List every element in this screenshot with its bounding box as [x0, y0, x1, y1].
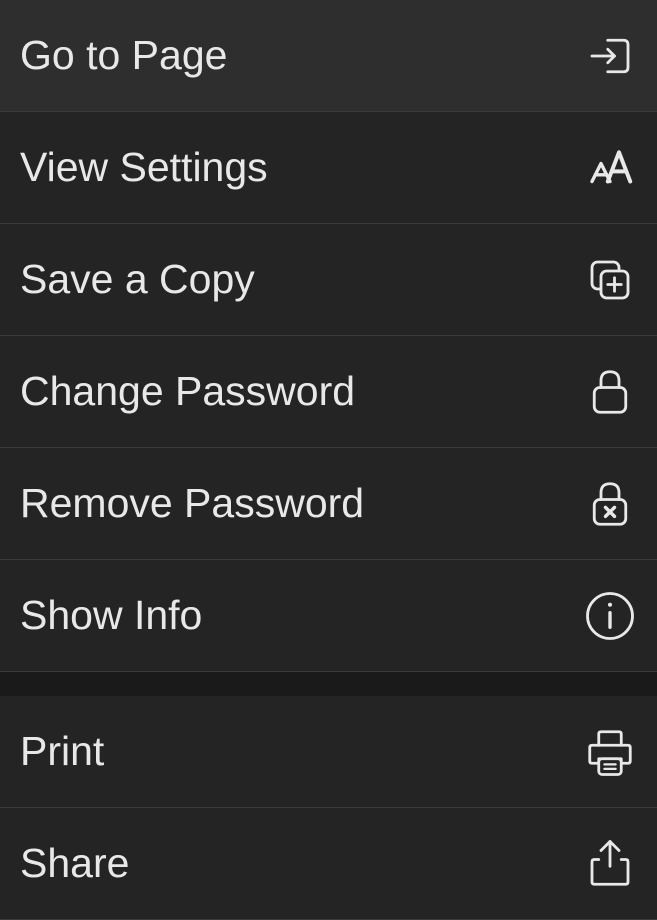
menu-item-label: View Settings	[20, 144, 268, 191]
menu-item-label: Change Password	[20, 368, 355, 415]
print-icon	[583, 725, 637, 779]
action-menu: Go to Page View Settings Save a Copy	[0, 0, 657, 920]
menu-separator	[0, 672, 657, 696]
duplicate-plus-icon	[583, 253, 637, 307]
menu-item-label: Show Info	[20, 592, 202, 639]
menu-item-view-settings[interactable]: View Settings	[0, 112, 657, 224]
menu-item-save-copy[interactable]: Save a Copy	[0, 224, 657, 336]
menu-item-show-info[interactable]: Show Info	[0, 560, 657, 672]
lock-icon	[583, 365, 637, 419]
text-size-icon	[583, 141, 637, 195]
menu-item-label: Print	[20, 728, 104, 775]
info-icon	[583, 589, 637, 643]
go-to-page-icon	[583, 29, 637, 83]
menu-item-print[interactable]: Print	[0, 696, 657, 808]
menu-item-label: Save a Copy	[20, 256, 255, 303]
menu-item-label: Go to Page	[20, 32, 227, 79]
lock-remove-icon	[583, 477, 637, 531]
share-icon	[583, 837, 637, 891]
menu-item-change-password[interactable]: Change Password	[0, 336, 657, 448]
menu-item-label: Share	[20, 840, 129, 887]
menu-item-share[interactable]: Share	[0, 808, 657, 920]
menu-item-remove-password[interactable]: Remove Password	[0, 448, 657, 560]
menu-item-go-to-page[interactable]: Go to Page	[0, 0, 657, 112]
menu-item-label: Remove Password	[20, 480, 364, 527]
